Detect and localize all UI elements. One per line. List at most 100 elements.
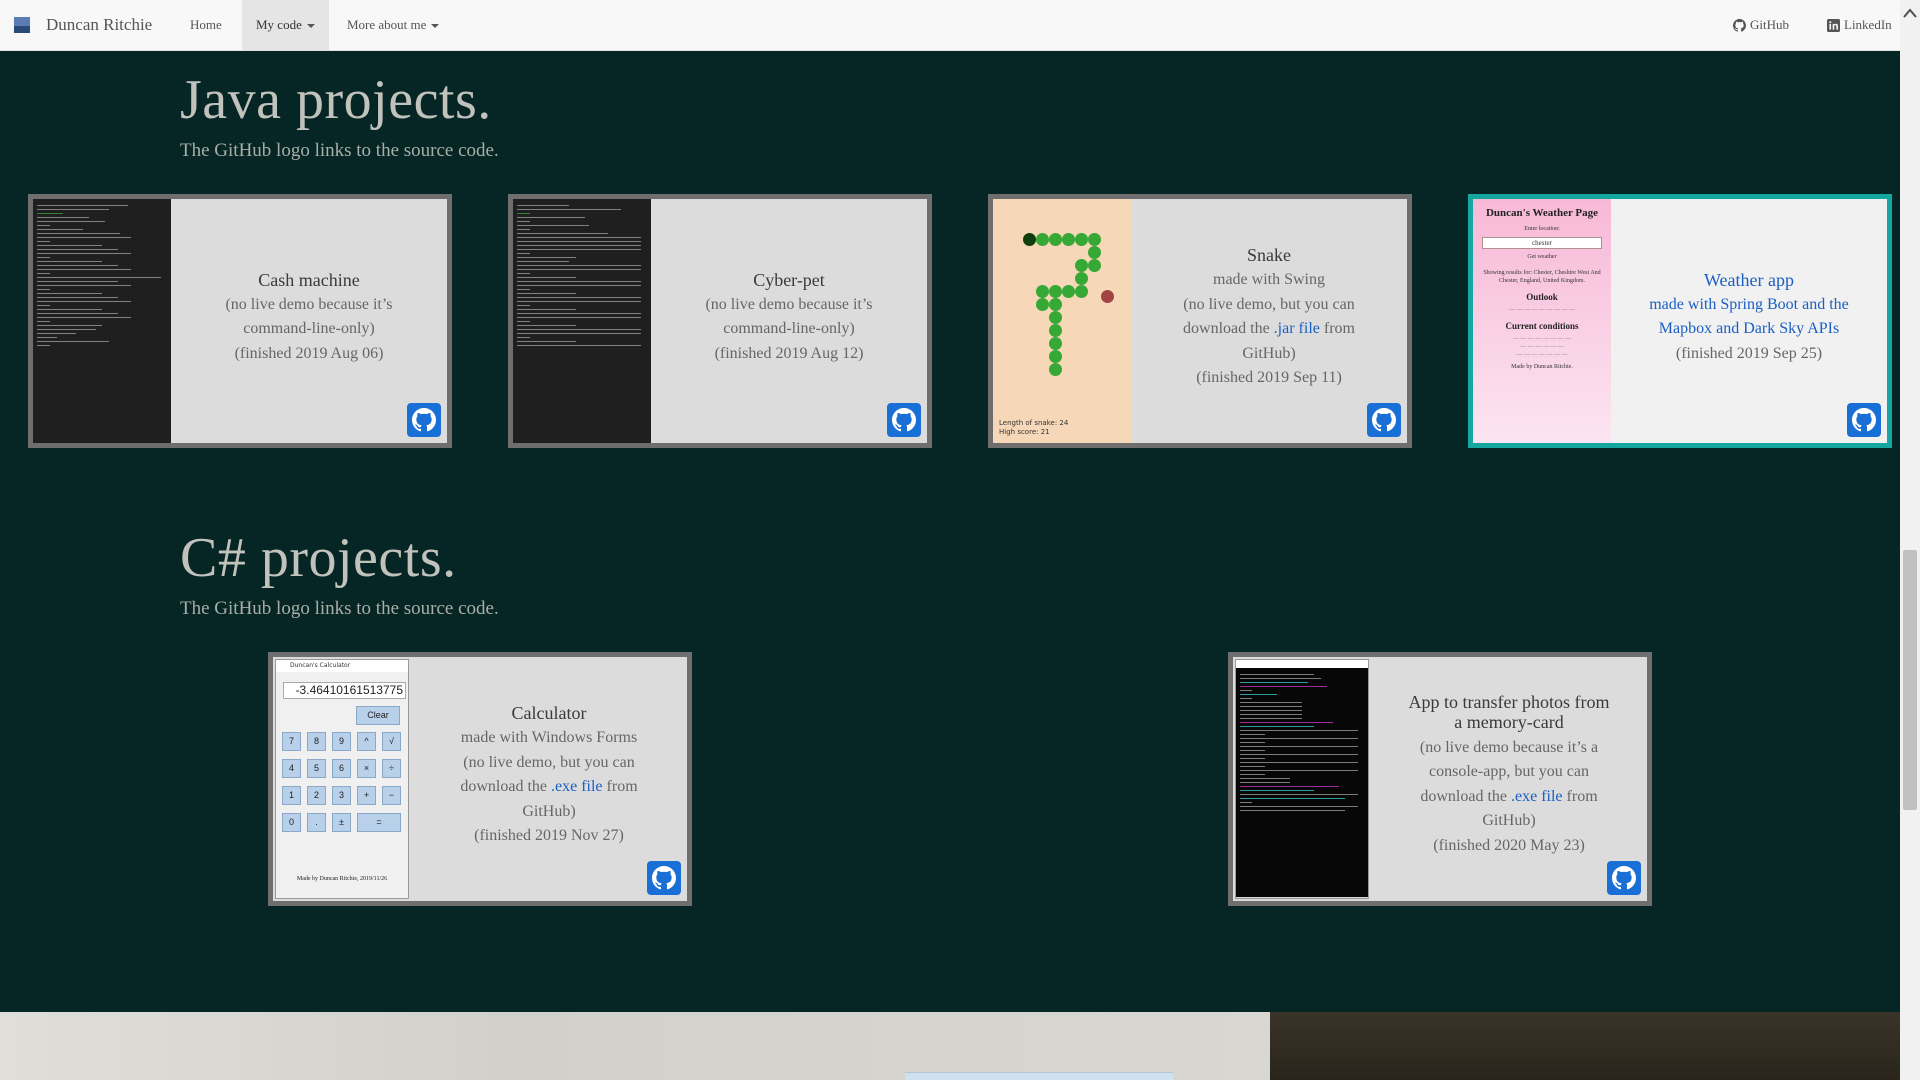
exe-file-link[interactable]: .exe file xyxy=(551,778,603,795)
github-icon xyxy=(892,408,916,432)
calc-key: + xyxy=(357,786,376,805)
chevron-down-icon xyxy=(306,24,315,29)
footer-photo-image xyxy=(1270,1012,1900,1080)
calc-key: 3 xyxy=(332,786,351,805)
snake-head xyxy=(1023,233,1036,246)
card-line-text: from xyxy=(1562,787,1598,805)
card-line: (finished 2019 Aug 06) xyxy=(234,344,384,362)
card-line-text: download the xyxy=(1420,787,1511,805)
card-title: App to transfer photos from xyxy=(1408,691,1610,712)
calc-key: 5 xyxy=(307,759,326,778)
exe-file-link[interactable]: .exe file xyxy=(1511,788,1563,805)
project-card-cyber-pet: Cyber-pet (no live demo because it’s com… xyxy=(508,194,932,448)
weather-thumb-results: Showing results for: Chester, Cheshire W… xyxy=(1483,270,1601,284)
card-line: command-line-only) xyxy=(243,320,375,338)
nav-github[interactable]: GitHub xyxy=(1733,0,1789,50)
card-line: download the .exe file from xyxy=(1420,785,1597,810)
card-line: console-app, but you can xyxy=(1429,763,1589,781)
card-line: (finished 2019 Sep 25) xyxy=(1675,344,1823,362)
card-line: (finished 2019 Sep 11) xyxy=(1196,369,1342,387)
csharp-section-title: C# projects. xyxy=(180,527,457,589)
project-card-calculator: Duncan's Calculator -3.46410161513775 Cl… xyxy=(268,652,692,906)
nav-linkedin[interactable]: LinkedIn xyxy=(1827,0,1892,50)
csharp-section-subtitle: The GitHub logo links to the source code… xyxy=(180,598,499,619)
card-line-text: download the xyxy=(460,778,551,796)
nav-home[interactable]: Home xyxy=(176,0,236,50)
card-title: Cyber-pet xyxy=(753,269,825,290)
github-source-button[interactable] xyxy=(887,403,921,437)
snake-food xyxy=(1101,290,1114,303)
scrollbar-thumb[interactable] xyxy=(1903,550,1917,810)
github-source-button[interactable] xyxy=(407,403,441,437)
card-line: (no live demo, but you can xyxy=(463,753,635,771)
card-line: made with Windows Forms xyxy=(460,729,638,747)
nav-more-about-me[interactable]: More about me xyxy=(333,0,453,50)
project-card-photo-transfer: App to transfer photos from a memory-car… xyxy=(1228,652,1652,906)
card-line: (no live demo because it’s xyxy=(225,295,393,313)
calc-key: 4 xyxy=(282,759,301,778)
calc-key: ÷ xyxy=(382,759,401,778)
weather-app-description: Weather app made with Spring Boot and th… xyxy=(1611,199,1887,443)
card-line: download the .exe file from xyxy=(460,775,637,800)
card-line: (no live demo because it’s xyxy=(705,295,873,313)
cyber-pet-screenshot xyxy=(513,199,651,443)
page-scrollbar[interactable] xyxy=(1900,0,1920,1080)
nav-linkedin-label: LinkedIn xyxy=(1844,17,1892,32)
jar-file-link[interactable]: .jar file xyxy=(1274,320,1320,337)
cash-machine-description: Cash machine (no live demo because it’s … xyxy=(171,199,447,443)
weather-thumb-title: Duncan's Weather Page xyxy=(1485,207,1599,219)
calc-key: 6 xyxy=(332,759,351,778)
card-title: Cash machine xyxy=(258,269,360,290)
card-title: Snake xyxy=(1247,245,1291,266)
project-card-snake: Length of snake: 24 High score: 21 Snake… xyxy=(988,194,1412,448)
photo-transfer-screenshot xyxy=(1235,659,1369,899)
card-line: command-line-only) xyxy=(723,320,855,338)
project-card-cash-machine: Cash machine (no live demo because it’s … xyxy=(28,194,452,448)
nav-more-about-label: More about me xyxy=(347,17,427,32)
linkedin-icon xyxy=(1827,18,1840,32)
weather-thumb-outlook: Outlook xyxy=(1526,292,1558,302)
card-line: made with Swing xyxy=(1213,271,1325,289)
calculator-screenshot: Duncan's Calculator -3.46410161513775 Cl… xyxy=(275,659,409,899)
github-source-button[interactable] xyxy=(1607,861,1641,895)
card-title: Calculator xyxy=(511,703,587,724)
cash-machine-screenshot xyxy=(33,199,171,443)
weather-app-screenshot: Duncan's Weather Page Enter location: ch… xyxy=(1473,199,1611,443)
github-icon xyxy=(652,866,676,890)
project-card-weather-app[interactable]: Duncan's Weather Page Enter location: ch… xyxy=(1468,194,1892,448)
calc-key: 8 xyxy=(307,732,326,751)
calc-key: √ xyxy=(382,732,401,751)
weather-thumb-get: Get weather xyxy=(1527,254,1557,260)
calc-display: -3.46410161513775 xyxy=(283,682,406,699)
github-source-button[interactable] xyxy=(647,861,681,895)
weather-thumb-input: chester xyxy=(1482,237,1602,249)
brand-link[interactable]: Duncan Ritchie xyxy=(14,0,152,50)
github-icon xyxy=(412,408,436,432)
github-icon xyxy=(1372,408,1396,432)
calc-clear-key: Clear xyxy=(356,706,400,725)
calc-key: ± xyxy=(332,813,351,832)
calc-key: ^ xyxy=(357,732,376,751)
github-source-button[interactable] xyxy=(1367,403,1401,437)
card-line: (no live demo because it’s a xyxy=(1419,738,1599,756)
card-line: download the .jar file from xyxy=(1183,317,1355,342)
footer-background-image xyxy=(0,1012,1270,1080)
snake-length-label: Length of snake: 24 xyxy=(999,419,1069,427)
java-section-title: Java projects. xyxy=(180,69,492,131)
weather-thumb-enter: Enter location: xyxy=(1524,226,1560,232)
card-title: Weather app xyxy=(1704,269,1794,290)
card-line-text: download the xyxy=(1183,320,1274,338)
github-source-button[interactable] xyxy=(1847,403,1881,437)
java-section-subtitle: The GitHub logo links to the source code… xyxy=(180,140,499,161)
card-line: GitHub) xyxy=(1482,812,1536,830)
scroll-up-arrow-icon[interactable] xyxy=(1900,6,1920,22)
card-line: (finished 2020 May 23) xyxy=(1433,836,1585,854)
cyber-pet-description: Cyber-pet (no live demo because it’s com… xyxy=(651,199,927,443)
card-line: GitHub) xyxy=(522,802,576,820)
calc-key: = xyxy=(357,813,401,832)
calc-key: × xyxy=(357,759,376,778)
nav-my-code[interactable]: My code xyxy=(242,0,329,50)
calc-titlebar: Duncan's Calculator xyxy=(276,660,408,672)
calculator-description: Calculator made with Windows Forms (no l… xyxy=(411,657,687,901)
nav-my-code-label: My code xyxy=(256,17,302,32)
